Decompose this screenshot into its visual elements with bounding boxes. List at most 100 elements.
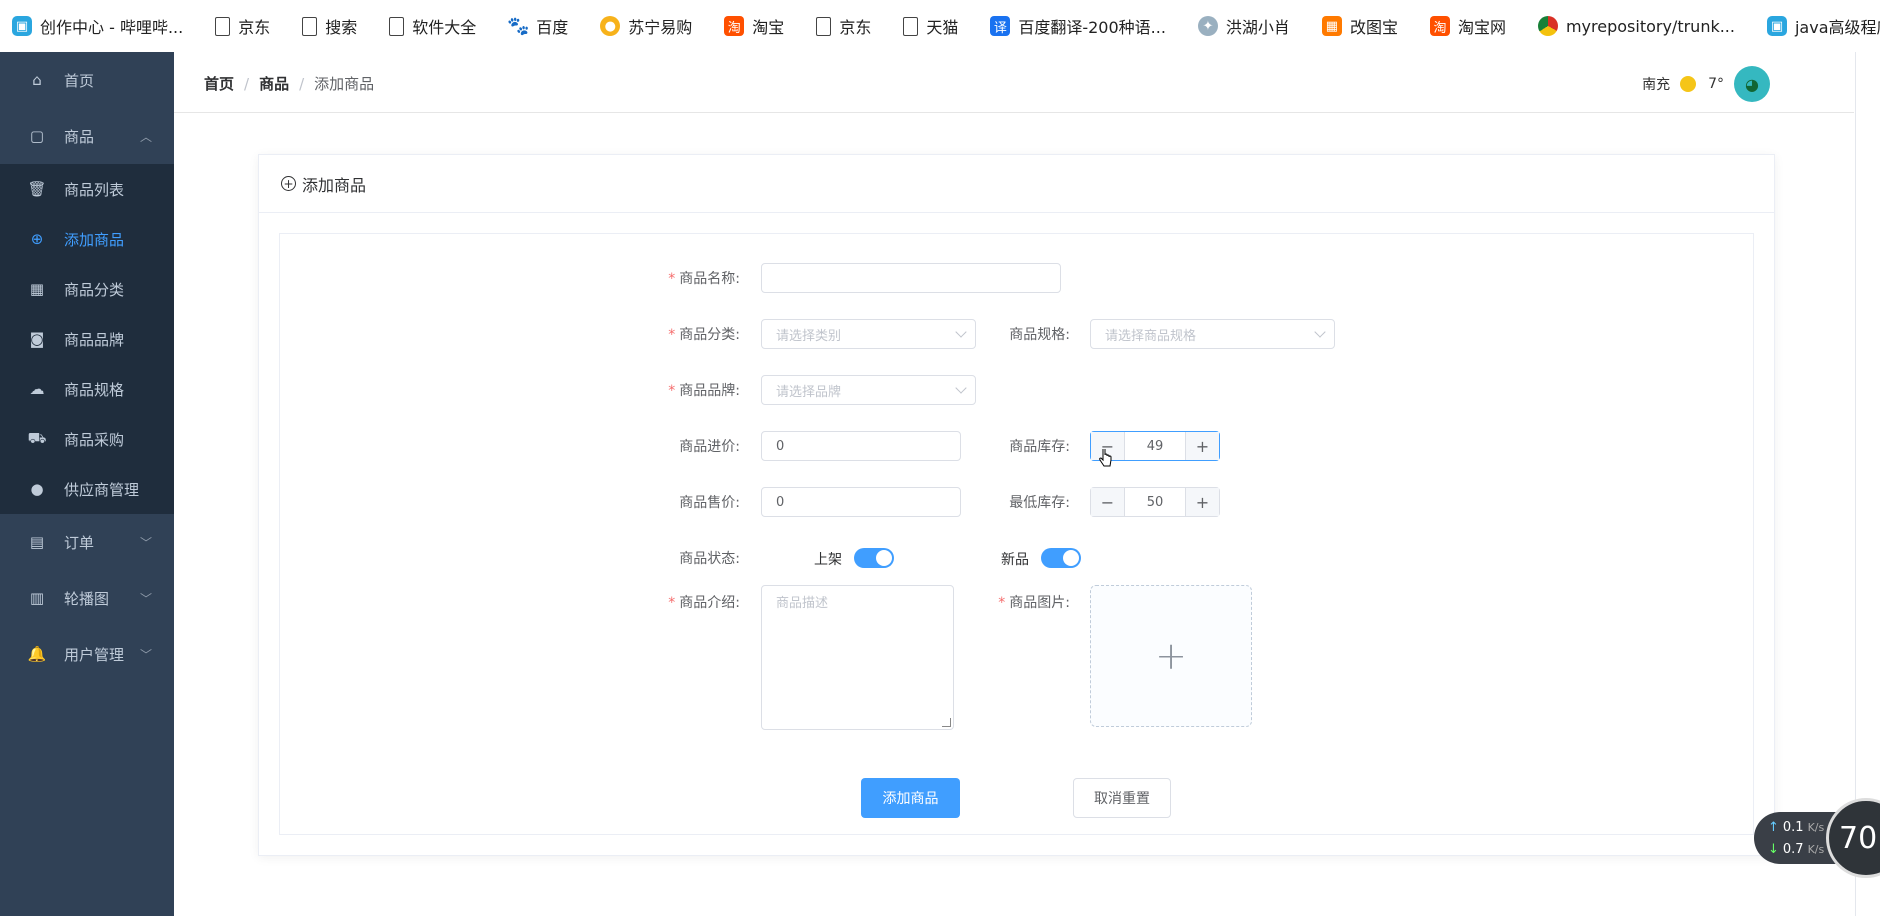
sidebar-item-label: 轮播图	[64, 589, 110, 608]
sidebar-item-home[interactable]: ⌂ 首页	[0, 52, 174, 108]
gaitubao-icon: ▦	[1321, 16, 1342, 36]
bookmark-label: 百度翻译-200种语...	[1018, 18, 1166, 37]
bookmark-item[interactable]: 淘淘宝	[724, 14, 784, 38]
weather-widget: 南充 7°	[1642, 74, 1724, 94]
plus-circle-icon: ⊕	[30, 230, 44, 248]
resize-handle-icon[interactable]	[942, 718, 951, 727]
sidebar-item-goods-list[interactable]: 🗑 商品列表	[0, 164, 174, 214]
brand-placeholder: 请选择品牌	[776, 384, 842, 400]
bookmark-label: 搜索	[325, 18, 358, 37]
sidebar-item-label: 商品采购	[64, 430, 125, 449]
sidebar-item-goods-spec[interactable]: ☁ 商品规格	[0, 364, 174, 414]
purchase-price-label: 商品进价:	[679, 439, 740, 455]
on-shelf-label: 上架	[814, 552, 842, 568]
chevron-down-icon: ﹀	[139, 591, 152, 606]
sidebar-item-label: 商品规格	[64, 380, 125, 399]
bookmark-item[interactable]: ● 苏宁易购	[600, 14, 692, 38]
switch-knob	[1063, 550, 1079, 566]
purchase-price-input[interactable]: 0	[761, 431, 961, 461]
spec-select[interactable]: 请选择商品规格	[1090, 319, 1335, 349]
increment-button[interactable]: +	[1185, 432, 1219, 460]
bookmark-item[interactable]: 淘淘宝网	[1429, 14, 1506, 38]
plus-circle-icon: +	[281, 176, 296, 191]
image-upload[interactable]: +	[1090, 585, 1252, 727]
brand-select[interactable]: 请选择品牌	[761, 375, 976, 405]
sidebar-item-label: 商品	[64, 127, 95, 146]
avatar[interactable]: ◕	[1734, 66, 1770, 102]
breadcrumb-home[interactable]: 首页	[204, 73, 234, 94]
bookmark-label: 改图宝	[1349, 18, 1398, 37]
stock-label: 商品库存:	[1009, 439, 1070, 455]
sidebar-item-supplier[interactable]: ● 供应商管理	[0, 464, 174, 514]
increment-button[interactable]: +	[1185, 488, 1219, 516]
min-stock-stepper[interactable]: − 50 +	[1090, 487, 1220, 517]
bookmark-label: java高级程序猿	[1794, 18, 1880, 37]
page-icon	[389, 16, 405, 36]
chevron-down-icon	[1314, 326, 1326, 338]
min-stock-value[interactable]: 50	[1125, 488, 1185, 516]
cloud-icon: ☁	[29, 380, 45, 398]
upload-speed: ↑ 0.1 K/s	[1768, 820, 1824, 835]
top-header: 首页 / 商品 / 添加商品 南充 7° ◕	[174, 52, 1854, 113]
intro-textarea[interactable]: 商品描述	[761, 585, 954, 730]
bookmark-item[interactable]: 京东	[816, 14, 871, 38]
sidebar-item-goods-purchase[interactable]: ⛟ 商品采购	[0, 414, 174, 464]
sidebar-item-add-goods[interactable]: ⊕ 添加商品	[0, 214, 174, 264]
bookmark-item[interactable]: ▦ 改图宝	[1321, 14, 1398, 38]
bell-icon: 🔔	[27, 645, 47, 663]
bookmark-item[interactable]: 软件大全	[389, 14, 476, 38]
name-label: * 商品名称:	[668, 271, 740, 287]
weather-city: 南充	[1642, 77, 1671, 93]
bookmark-item[interactable]: ▣ java高级程序猿	[1766, 14, 1880, 38]
form-container: * 商品名称: * 商品分类: 请选择类别 商品规格: 请选择商品规格 * 商品品牌:…	[279, 233, 1754, 835]
sidebar-item-label: 商品列表	[64, 180, 125, 199]
category-select[interactable]: 请选择类别	[761, 319, 976, 349]
spec-placeholder: 请选择商品规格	[1105, 328, 1197, 344]
bookmark-label: 创作中心 - 哔哩哔...	[40, 18, 184, 37]
reset-button[interactable]: 取消重置	[1073, 778, 1171, 818]
sidebar-item-users[interactable]: 🔔 用户管理 ﹀	[0, 626, 174, 682]
spec-label: 商品规格:	[1009, 327, 1070, 343]
hand-cursor-icon	[1099, 449, 1112, 467]
sale-price-input[interactable]: 0	[761, 487, 961, 517]
bookmark-item[interactable]: 京东	[215, 14, 270, 38]
breadcrumb-current: 添加商品	[314, 75, 375, 93]
performance-gauge[interactable]: 70	[1826, 798, 1880, 878]
bookmark-item[interactable]: 译百度翻译-200种语...	[990, 14, 1166, 38]
decrement-button[interactable]: −	[1091, 488, 1125, 516]
baidu-paw-icon: 🐾	[507, 15, 530, 37]
card-header: + 添加商品	[259, 155, 1774, 213]
bookmark-item[interactable]: ▣ 创作中心 - 哔哩哔...	[12, 14, 183, 38]
breadcrumb-goods[interactable]: 商品	[259, 73, 289, 94]
sidebar-item-goods-category[interactable]: ▦ 商品分类	[0, 264, 174, 314]
new-switch[interactable]	[1041, 548, 1081, 568]
bookmark-item[interactable]: 天猫	[903, 14, 958, 38]
shop-icon: ▥	[29, 589, 45, 607]
add-goods-button[interactable]: 添加商品	[861, 778, 960, 818]
bookmark-item[interactable]: myrepository/trunk...	[1537, 16, 1735, 36]
sidebar-item-orders[interactable]: ▤ 订单 ﹀	[0, 514, 174, 570]
sidebar-item-carousel[interactable]: ▥ 轮播图 ﹀	[0, 570, 174, 626]
status-label: 商品状态:	[679, 551, 740, 567]
suning-lion-icon: ●	[600, 16, 621, 36]
badge-icon: ◙	[29, 330, 45, 348]
bookmark-item[interactable]: 🐾 百度	[507, 14, 568, 38]
page-icon	[816, 16, 832, 36]
goods-submenu: 🗑 商品列表 ⊕ 添加商品 ▦ 商品分类 ◙ 商品品牌 ☁ 商品规格 ⛟ 商品采…	[0, 164, 174, 514]
bookmark-label: 淘宝网	[1457, 18, 1506, 37]
bookmark-label: 京东	[839, 18, 872, 37]
right-scroll-strip	[1855, 52, 1880, 916]
name-input[interactable]	[761, 263, 1061, 293]
sidebar: ⌂ 首页 ▢ 商品 ︿ 🗑 商品列表 ⊕ 添加商品 ▦ 商品分类 ◙ 商品品牌 …	[0, 52, 174, 916]
on-shelf-switch[interactable]	[854, 548, 894, 568]
upload-value: 0.1	[1782, 820, 1804, 835]
brand-label: * 商品品牌:	[668, 383, 740, 399]
sidebar-item-goods[interactable]: ▢ 商品 ︿	[0, 108, 174, 164]
bookmark-item[interactable]: ✦ 洪湖小肖	[1197, 14, 1290, 38]
stock-value[interactable]: 49	[1125, 432, 1185, 460]
home-icon: ⌂	[32, 71, 42, 89]
sidebar-item-goods-brand[interactable]: ◙ 商品品牌	[0, 314, 174, 364]
sidebar-item-label: 商品分类	[64, 280, 125, 299]
page-icon	[215, 16, 231, 36]
bookmark-item[interactable]: 搜索	[302, 14, 357, 38]
